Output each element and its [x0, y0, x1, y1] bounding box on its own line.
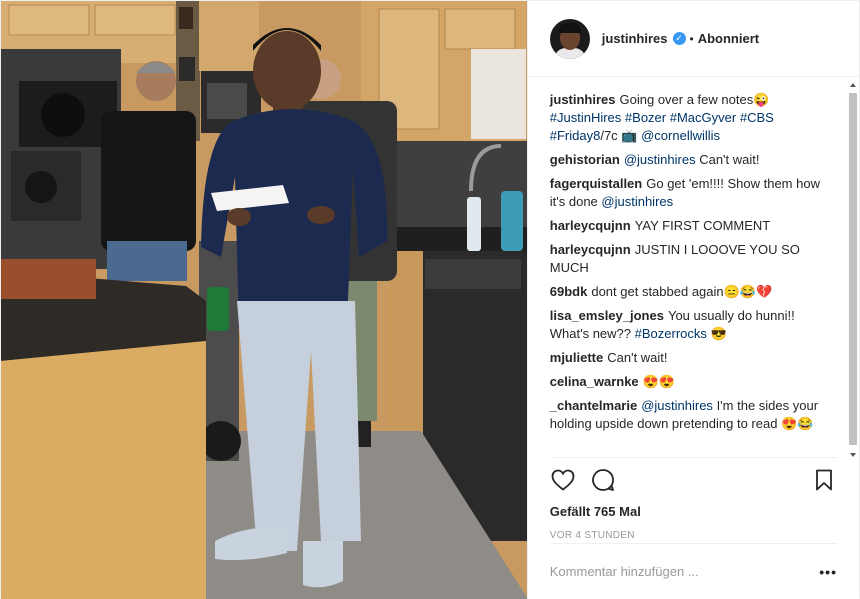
comments-list[interactable]: justinhires Going over a few notes😜 #Just…: [528, 77, 859, 457]
comment-username[interactable]: harleycqujnn: [550, 242, 631, 257]
mention-link[interactable]: @justinhires: [601, 194, 673, 209]
like-count[interactable]: Gefällt 765 Mal: [528, 501, 859, 523]
instagram-post: justinhires ✓ • Abonniert justinhires Goi…: [0, 0, 860, 599]
comment-text: Can't wait!: [607, 350, 668, 365]
post-photo[interactable]: [1, 1, 527, 599]
add-comment-bar: Kommentar hinzufügen ... •••: [549, 543, 837, 599]
list-item: celina_warnke 😍😍: [550, 373, 837, 391]
mention-link[interactable]: @cornellwillis: [641, 128, 720, 143]
bookmark-icon[interactable]: [811, 467, 837, 493]
caption-text: Going over a few notes😜: [619, 92, 770, 107]
comment-text: Can't wait!: [699, 152, 760, 167]
comments-scrollbar[interactable]: [848, 83, 858, 457]
list-item: 69bdk dont get stabbed again😑😂💔: [550, 283, 837, 301]
scroll-thumb[interactable]: [849, 93, 857, 445]
hashtag-link[interactable]: #MacGyver: [670, 110, 736, 125]
caption-username[interactable]: justinhires: [550, 92, 616, 107]
list-item: _chantelmarie @justinhires I'm the sides …: [550, 397, 837, 433]
header-username[interactable]: justinhires: [602, 31, 668, 46]
scroll-down-arrow-icon[interactable]: [850, 453, 856, 457]
comment-username[interactable]: 69bdk: [550, 284, 588, 299]
caption: justinhires Going over a few notes😜 #Just…: [550, 91, 837, 145]
comment-emoji: 😎: [710, 326, 727, 341]
post-header: justinhires ✓ • Abonniert: [527, 1, 859, 77]
kitchen-scene-image: [1, 1, 527, 599]
follow-status-button[interactable]: Abonniert: [698, 31, 759, 46]
comment-text: YAY FIRST COMMENT: [634, 218, 771, 233]
comment-username[interactable]: fagerquistallen: [550, 176, 642, 191]
more-options-icon[interactable]: •••: [819, 564, 837, 580]
post-actions: [549, 457, 837, 501]
separator-dot: •: [689, 31, 694, 46]
comment-bubble-icon[interactable]: [590, 467, 616, 493]
list-item: fagerquistallen Go get 'em!!!! Show them …: [550, 175, 837, 211]
comment-text: 😍😍: [642, 374, 676, 389]
hashtag-link[interactable]: #Friday8: [550, 128, 601, 143]
avatar[interactable]: [549, 18, 590, 59]
mention-link[interactable]: @justinhires: [624, 152, 696, 167]
verified-badge-icon: ✓: [672, 32, 686, 45]
list-item: gehistorian @justinhires Can't wait!: [550, 151, 837, 169]
list-item: mjuliette Can't wait!: [550, 349, 837, 367]
hashtag-link[interactable]: #JustinHires: [550, 110, 622, 125]
comment-username[interactable]: harleycqujnn: [550, 218, 631, 233]
hashtag-link[interactable]: #Bozerrocks: [635, 326, 707, 341]
list-item: harleycqujnn YAY FIRST COMMENT: [550, 217, 837, 235]
comment-username[interactable]: celina_warnke: [550, 374, 639, 389]
hashtag-link[interactable]: #CBS: [740, 110, 774, 125]
comment-username[interactable]: _chantelmarie: [550, 398, 637, 413]
list-item: harleycqujnn JUSTIN I LOOOVE YOU SO MUCH: [550, 241, 837, 277]
heart-icon[interactable]: [550, 467, 576, 493]
comment-username[interactable]: gehistorian: [550, 152, 620, 167]
caption-tail: /7c 📺: [600, 128, 638, 143]
comment-input[interactable]: Kommentar hinzufügen ...: [550, 564, 820, 579]
list-item: lisa_emsley_jones You usually do hunni!! …: [550, 307, 837, 343]
mention-link[interactable]: @justinhires: [641, 398, 713, 413]
comment-text: dont get stabbed again😑😂💔: [591, 284, 773, 299]
comment-username[interactable]: lisa_emsley_jones: [550, 308, 664, 323]
comment-username[interactable]: mjuliette: [550, 350, 603, 365]
post-sidebar: justinhires ✓ • Abonniert justinhires Goi…: [526, 1, 859, 599]
hashtag-link[interactable]: #Bozer: [625, 110, 666, 125]
scroll-up-arrow-icon[interactable]: [850, 83, 856, 87]
